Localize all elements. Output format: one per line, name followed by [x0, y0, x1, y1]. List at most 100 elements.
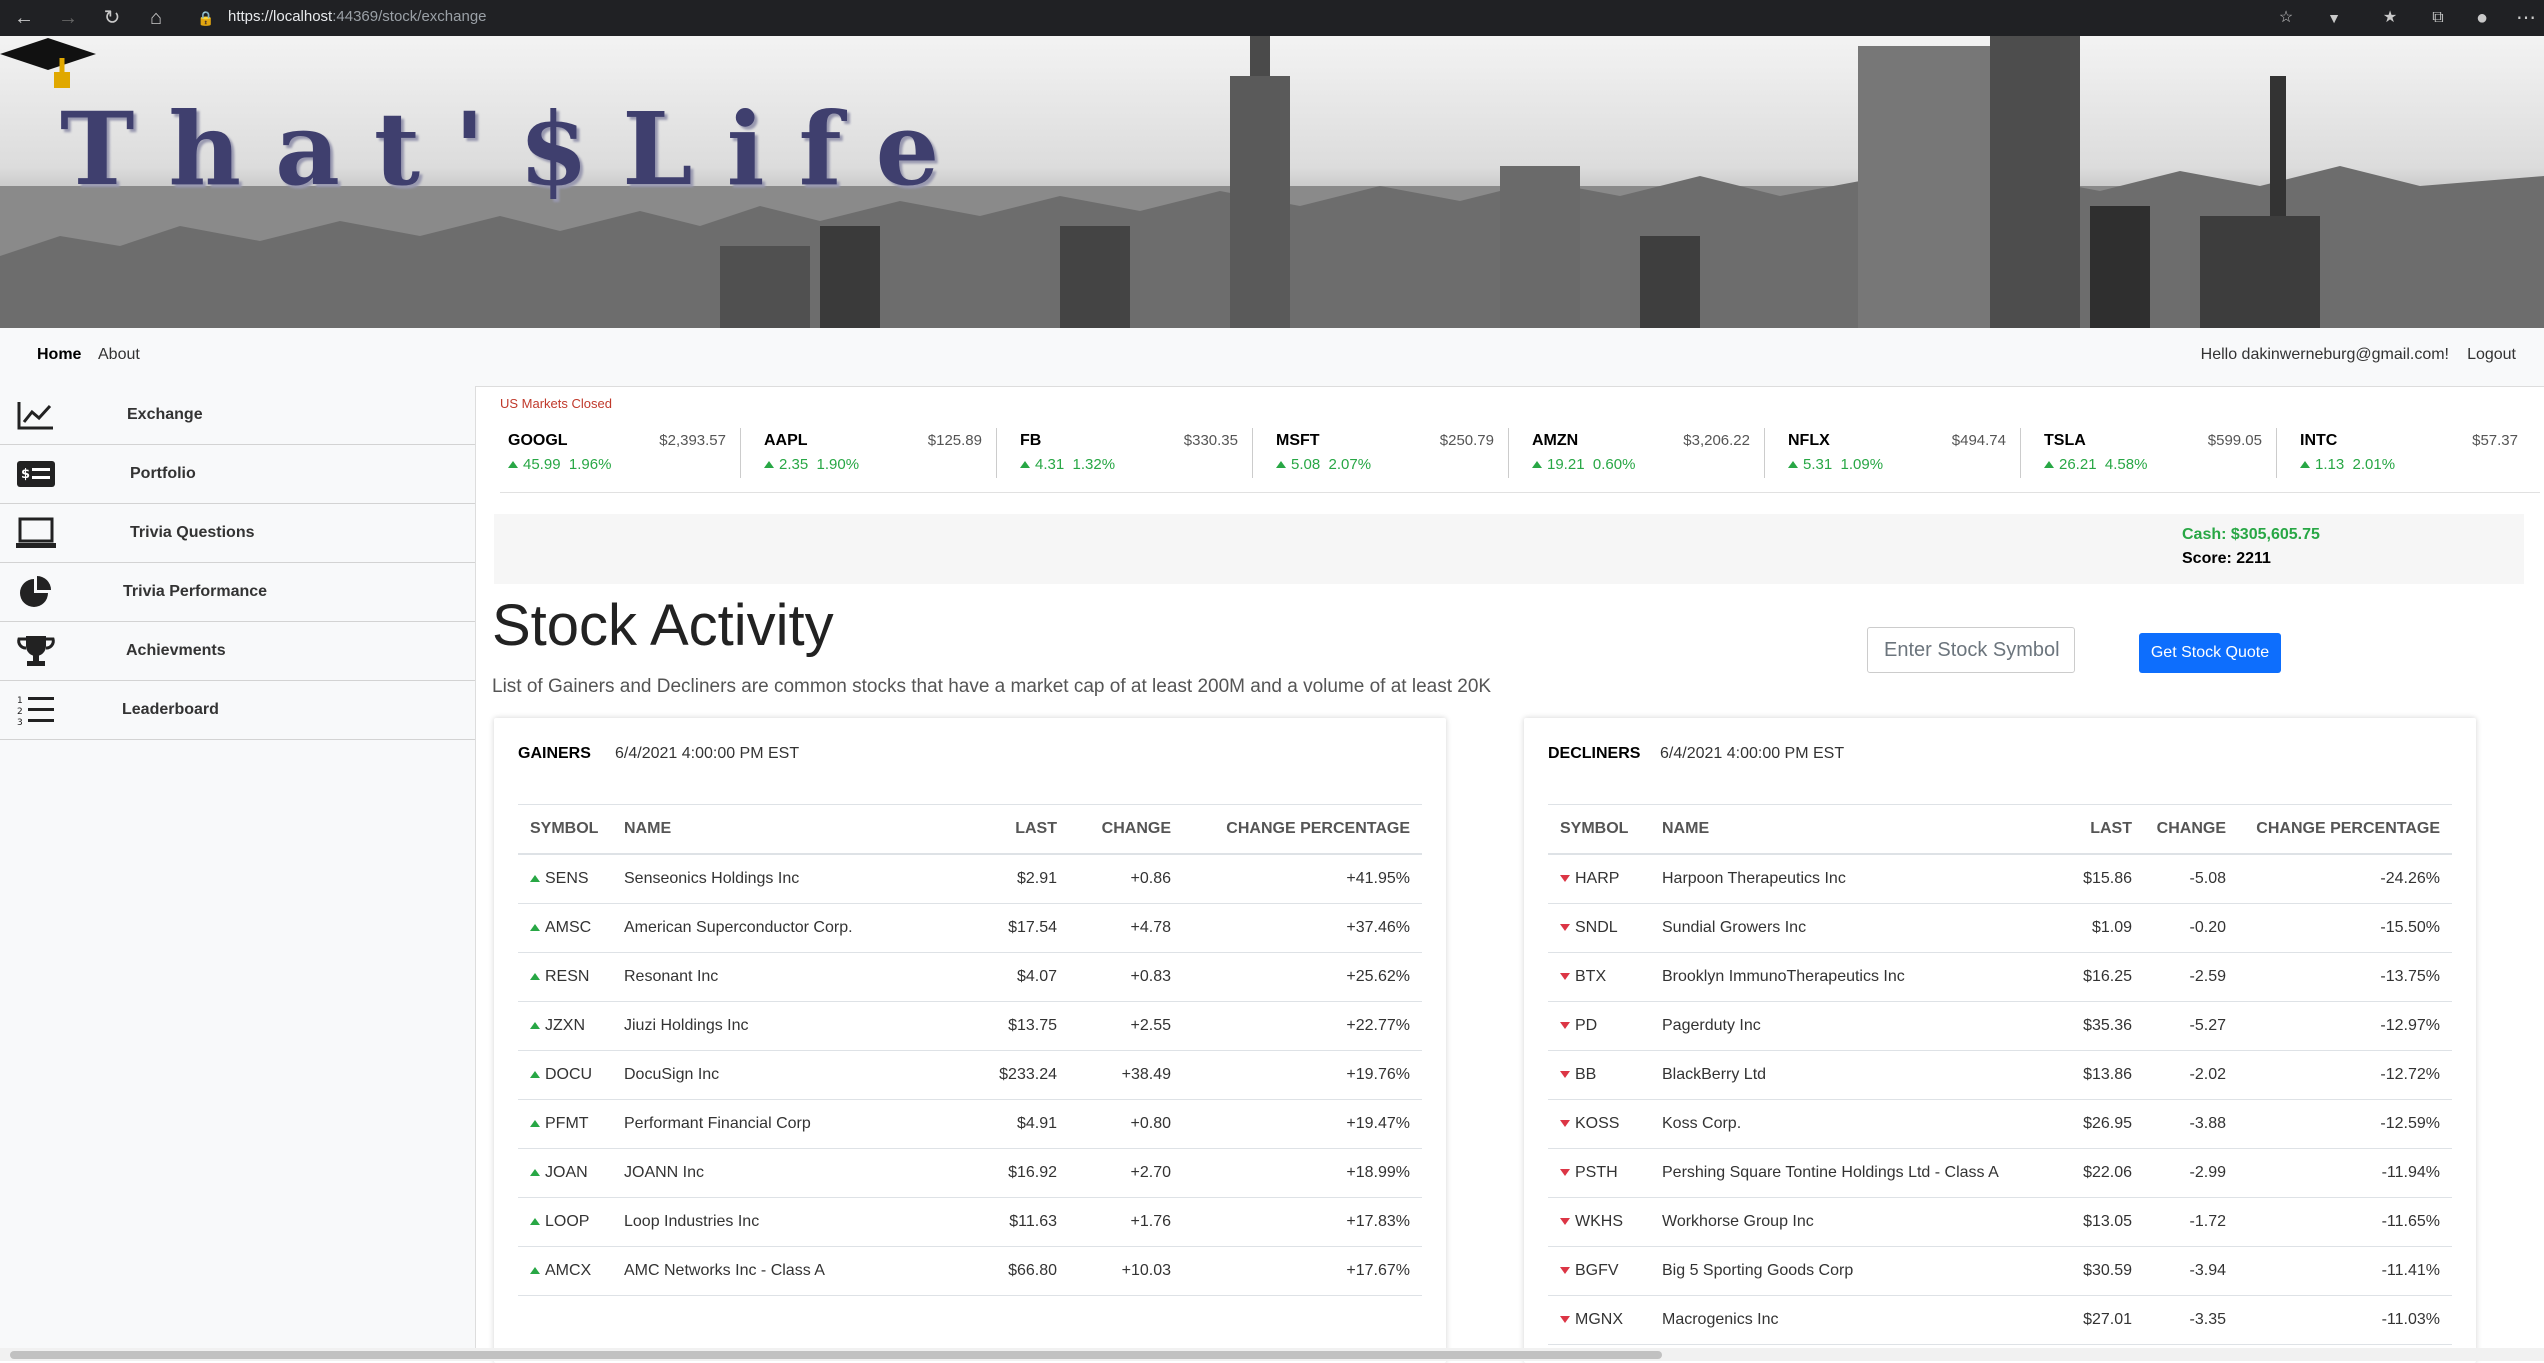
home-icon[interactable]: ⌂ — [144, 6, 168, 30]
col-last[interactable]: LAST — [2050, 804, 2144, 855]
back-icon[interactable]: ← — [12, 6, 36, 30]
row-symbol[interactable]: BGFV — [1548, 1246, 1650, 1296]
site-logo[interactable]: That'$Life — [60, 90, 973, 208]
row-symbol[interactable]: JZXN — [518, 1001, 612, 1051]
col-symbol[interactable]: SYMBOL — [518, 804, 612, 855]
sidebar-item-trivia-questions[interactable]: Trivia Questions — [0, 504, 475, 563]
col-last[interactable]: LAST — [975, 804, 1069, 855]
table-row[interactable]: JZXN Jiuzi Holdings Inc $13.75 +2.55 +22.77% — [518, 1001, 1422, 1051]
table-row[interactable]: LOOP Loop Industries Inc $11.63 +1.76 +17.83… — [518, 1197, 1422, 1247]
ticker-change: 4.31 1.32% — [1020, 456, 1115, 473]
extension-icon[interactable]: ▼ — [2322, 6, 2346, 30]
table-row[interactable]: AMSC American Superconductor Corp. $17.54 +… — [518, 903, 1422, 953]
row-name: Senseonics Holdings Inc — [612, 854, 975, 904]
row-symbol[interactable]: BB — [1548, 1050, 1650, 1100]
table-row[interactable]: AMCX AMC Networks Inc - Class A $66.80 +10.… — [518, 1246, 1422, 1296]
user-greeting[interactable]: Hello dakinwerneburg@gmail.com! — [2201, 346, 2449, 364]
row-symbol[interactable]: PD — [1548, 1001, 1650, 1051]
nav-home-link[interactable]: Home — [37, 346, 81, 364]
row-last: $4.07 — [975, 952, 1069, 1002]
top-navbar: Home About Hello dakinwerneburg@gmail.co… — [0, 328, 2544, 387]
col-change[interactable]: CHANGE — [1069, 804, 1183, 855]
ticker-item[interactable]: TSLA $599.05 26.21 4.58% — [2036, 428, 2277, 478]
row-symbol[interactable]: WKHS — [1548, 1197, 1650, 1247]
table-row[interactable]: DOCU DocuSign Inc $233.24 +38.49 +19.76% — [518, 1050, 1422, 1100]
horizontal-scrollbar[interactable] — [0, 1348, 2544, 1361]
row-symbol[interactable]: LOOP — [518, 1197, 612, 1247]
favorites-icon[interactable]: ★ — [2378, 6, 2402, 30]
row-symbol[interactable]: PFMT — [518, 1099, 612, 1149]
table-row[interactable]: PFMT Performant Financial Corp $4.91 +0.80 +… — [518, 1099, 1422, 1149]
table-row[interactable]: JOAN JOANN Inc $16.92 +2.70 +18.99% — [518, 1148, 1422, 1198]
table-row[interactable]: RESN Resonant Inc $4.07 +0.83 +25.62% — [518, 952, 1422, 1002]
table-row[interactable]: BTX Brooklyn ImmunoTherapeutics Inc $16.25… — [1548, 952, 2452, 1002]
col-name[interactable]: NAME — [612, 804, 975, 855]
main-content: US Markets Closed GOOGL $2,393.57 45.99 1.… — [476, 386, 2544, 1363]
stock-symbol-input[interactable] — [1867, 627, 2075, 673]
table-row[interactable]: SENS Senseonics Holdings Inc $2.91 +0.86 +41… — [518, 854, 1422, 904]
sidebar-item-label: Leaderboard — [122, 701, 219, 718]
ticker-change: 5.31 1.09% — [1788, 456, 1883, 473]
logout-link[interactable]: Logout — [2467, 346, 2516, 364]
row-symbol[interactable]: SNDL — [1548, 903, 1650, 953]
table-row[interactable]: PSTH Pershing Square Tontine Holdings Ltd… — [1548, 1148, 2452, 1198]
row-symbol[interactable]: AMCX — [518, 1246, 612, 1296]
table-row[interactable]: BGFV Big 5 Sporting Goods Corp $30.59 -3.94… — [1548, 1246, 2452, 1296]
col-change[interactable]: CHANGE — [2144, 804, 2238, 855]
ticker-item[interactable]: FB $330.35 4.31 1.32% — [1012, 428, 1253, 478]
sidebar-item-achievments[interactable]: Achievments — [0, 622, 475, 681]
get-stock-quote-button[interactable]: Get Stock Quote — [2139, 633, 2281, 673]
row-symbol[interactable]: DOCU — [518, 1050, 612, 1100]
col-symbol[interactable]: SYMBOL — [1548, 804, 1650, 855]
row-symbol[interactable]: PSTH — [1548, 1148, 1650, 1198]
ticker-change-value: 4.31 — [1035, 456, 1065, 473]
col-change-percentage[interactable]: CHANGE PERCENTAGE — [1183, 804, 1422, 855]
sidebar-item-trivia-performance[interactable]: Trivia Performance — [0, 563, 475, 622]
row-name: Big 5 Sporting Goods Corp — [1650, 1246, 2050, 1296]
scrollbar-thumb[interactable] — [10, 1351, 1662, 1359]
row-name: Loop Industries Inc — [612, 1197, 975, 1247]
row-symbol[interactable]: BTX — [1548, 952, 1650, 1002]
ticker-item[interactable]: AMZN $3,206.22 19.21 0.60% — [1524, 428, 1765, 478]
favorite-add-icon[interactable]: ☆ — [2274, 6, 2298, 30]
reload-icon[interactable]: ↻ — [100, 6, 124, 30]
decliners-date: 6/4/2021 4:00:00 PM EST — [1660, 745, 1845, 762]
table-row[interactable]: MGNX Macrogenics Inc $27.01 -3.35 -11.03% — [1548, 1295, 2452, 1345]
more-icon[interactable]: ⋯ — [2514, 6, 2538, 30]
row-symbol[interactable]: JOAN — [518, 1148, 612, 1198]
ticker-item[interactable]: NFLX $494.74 5.31 1.09% — [1780, 428, 2021, 478]
table-row[interactable]: BB BlackBerry Ltd $13.86 -2.02 -12.72% — [1548, 1050, 2452, 1100]
up-arrow-icon — [530, 1267, 540, 1274]
symbol-text: PSTH — [1575, 1164, 1618, 1181]
ticker-item[interactable]: GOOGL $2,393.57 45.99 1.96% — [500, 428, 741, 478]
row-symbol[interactable]: KOSS — [1548, 1099, 1650, 1149]
nav-about-link[interactable]: About — [98, 346, 140, 364]
table-row[interactable]: WKHS Workhorse Group Inc $13.05 -1.72 -11.65… — [1548, 1197, 2452, 1247]
profile-icon[interactable]: ● — [2470, 6, 2494, 30]
table-row[interactable]: HARP Harpoon Therapeutics Inc $15.86 -5.08-… — [1548, 854, 2452, 904]
row-symbol[interactable]: RESN — [518, 952, 612, 1002]
row-change-percentage: +19.76% — [1183, 1050, 1422, 1100]
row-symbol[interactable]: MGNX — [1548, 1295, 1650, 1345]
row-symbol[interactable]: HARP — [1548, 854, 1650, 904]
collections-icon[interactable]: ⧉ — [2426, 6, 2450, 30]
symbol-text: JOAN — [545, 1164, 588, 1181]
row-symbol[interactable]: AMSC — [518, 903, 612, 953]
address-bar[interactable]: https://localhost:44369/stock/exchange — [228, 8, 487, 25]
ticker-symbol: AAPL — [764, 432, 808, 449]
ticker-item[interactable]: AAPL $125.89 2.35 1.90% — [756, 428, 997, 478]
sidebar-item-exchange[interactable]: Exchange — [0, 386, 475, 445]
sidebar-item-leaderboard[interactable]: 123 Leaderboard — [0, 681, 475, 740]
col-name[interactable]: NAME — [1650, 804, 2050, 855]
row-name: Pershing Square Tontine Holdings Ltd - C… — [1650, 1148, 2050, 1198]
ticker-item[interactable]: INTC $57.37 1.13 2.01% — [2292, 428, 2532, 478]
ticker-item[interactable]: MSFT $250.79 5.08 2.07% — [1268, 428, 1509, 478]
table-row[interactable]: PD Pagerduty Inc $35.36 -5.27 -12.97% — [1548, 1001, 2452, 1051]
col-change-percentage[interactable]: CHANGE PERCENTAGE — [2238, 804, 2452, 855]
ticker-change-value: 19.21 — [1547, 456, 1585, 473]
table-row[interactable]: SNDL Sundial Growers Inc $1.09 -0.20 -15.50% — [1548, 903, 2452, 953]
sidebar-item-portfolio[interactable]: $ Portfolio — [0, 445, 475, 504]
forward-icon[interactable]: → — [56, 6, 80, 30]
row-symbol[interactable]: SENS — [518, 854, 612, 904]
table-row[interactable]: KOSS Koss Corp. $26.95 -3.88 -12.59% — [1548, 1099, 2452, 1149]
